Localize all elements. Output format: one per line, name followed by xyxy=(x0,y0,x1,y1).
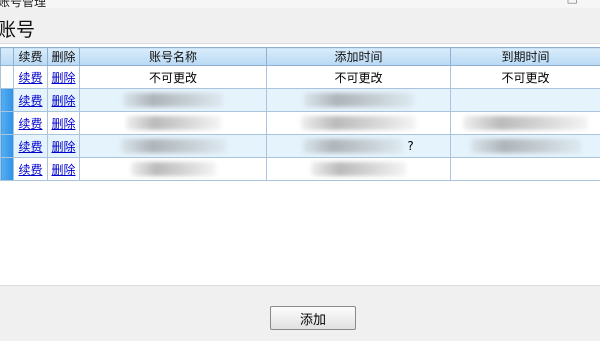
renew-cell: 续费 xyxy=(14,66,48,89)
added-time-cell[interactable]: ? xyxy=(267,135,451,158)
row-selector[interactable] xyxy=(1,66,14,89)
window-title: 账号管理 xyxy=(0,0,46,8)
page-title: 账号 xyxy=(0,15,35,42)
add-button[interactable]: 添加 xyxy=(270,306,356,330)
expire-time-cell[interactable] xyxy=(451,158,600,181)
delete-cell: 删除 xyxy=(48,89,80,112)
column-header-added-time[interactable]: 添加时间 xyxy=(267,48,451,66)
renew-link[interactable]: 续费 xyxy=(18,94,42,108)
row-selector[interactable] xyxy=(1,135,14,158)
window-titlebar: 账号管理 □ xyxy=(0,0,600,8)
table-row[interactable]: 续费 删除 xyxy=(1,158,600,181)
delete-cell: 删除 xyxy=(48,135,80,158)
renew-cell: 续费 xyxy=(14,89,48,112)
accounts-grid: 续费 删除 账号名称 添加时间 到期时间 续费 删除 不可更改 不可更改 不可更… xyxy=(0,47,600,184)
account-name-cell[interactable] xyxy=(80,135,267,158)
renew-cell: 续费 xyxy=(14,112,48,135)
delete-link[interactable]: 删除 xyxy=(51,117,75,131)
close-icon[interactable]: □ xyxy=(567,0,578,5)
column-header-delete[interactable]: 删除 xyxy=(48,48,80,66)
redacted-added-time xyxy=(303,139,403,153)
expire-time-cell[interactable]: 不可更改 xyxy=(451,66,600,89)
table-row[interactable]: 续费 删除 ? xyxy=(1,135,600,158)
expire-time-cell[interactable] xyxy=(451,89,600,112)
added-time-cell[interactable]: 不可更改 xyxy=(267,66,451,89)
redacted-account-name xyxy=(121,139,226,153)
delete-cell: 删除 xyxy=(48,112,80,135)
expire-time-cell[interactable] xyxy=(451,135,600,158)
table-row[interactable]: 续费 删除 xyxy=(1,112,600,135)
renew-link[interactable]: 续费 xyxy=(18,163,42,177)
account-name-cell[interactable] xyxy=(80,158,267,181)
renew-link[interactable]: 续费 xyxy=(18,71,42,85)
delete-link[interactable]: 删除 xyxy=(51,94,75,108)
table-row[interactable]: 续费 删除 不可更改 不可更改 不可更改 xyxy=(1,66,600,89)
renew-link[interactable]: 续费 xyxy=(18,117,42,131)
column-header-renew[interactable]: 续费 xyxy=(14,48,48,66)
delete-link[interactable]: 删除 xyxy=(51,140,75,154)
row-selector[interactable] xyxy=(1,112,14,135)
row-selector-header[interactable] xyxy=(1,48,14,66)
header-divider xyxy=(0,43,600,44)
row-selector[interactable] xyxy=(1,89,14,112)
accounts-table: 续费 删除 账号名称 添加时间 到期时间 续费 删除 不可更改 不可更改 不可更… xyxy=(0,47,600,181)
added-time-fragment: ? xyxy=(407,139,413,153)
redacted-expire-time xyxy=(463,116,588,130)
table-header-row: 续费 删除 账号名称 添加时间 到期时间 xyxy=(1,48,600,66)
redacted-account-name xyxy=(131,162,216,176)
redacted-added-time xyxy=(304,93,414,107)
added-time-cell[interactable] xyxy=(267,112,451,135)
expire-time-cell[interactable] xyxy=(451,112,600,135)
renew-cell: 续费 xyxy=(14,135,48,158)
redacted-account-name xyxy=(126,116,221,130)
added-time-cell[interactable] xyxy=(267,89,451,112)
redacted-added-time xyxy=(301,116,416,130)
delete-link[interactable]: 删除 xyxy=(51,163,75,177)
column-header-account-name[interactable]: 账号名称 xyxy=(80,48,267,66)
account-name-cell[interactable]: 不可更改 xyxy=(80,66,267,89)
delete-link[interactable]: 删除 xyxy=(51,71,75,85)
redacted-added-time xyxy=(311,162,406,176)
delete-cell: 删除 xyxy=(48,66,80,89)
account-name-cell[interactable] xyxy=(80,112,267,135)
added-time-cell[interactable] xyxy=(267,158,451,181)
redacted-account-name xyxy=(123,93,223,107)
page-header: 账号 xyxy=(0,8,600,44)
delete-cell: 删除 xyxy=(48,158,80,181)
renew-link[interactable]: 续费 xyxy=(18,140,42,154)
renew-cell: 续费 xyxy=(14,158,48,181)
footer-panel: 添加 xyxy=(0,285,600,341)
redacted-expire-time xyxy=(471,139,581,153)
column-header-expire-time[interactable]: 到期时间 xyxy=(451,48,600,66)
account-name-cell[interactable] xyxy=(80,89,267,112)
table-row[interactable]: 续费 删除 xyxy=(1,89,600,112)
row-selector[interactable] xyxy=(1,158,14,181)
